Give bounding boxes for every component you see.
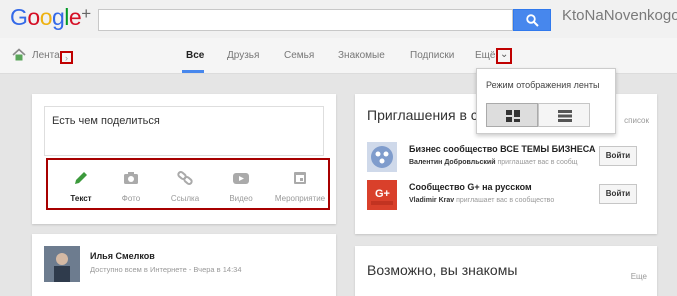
video-icon	[233, 173, 249, 184]
share-link-button[interactable]: Ссылка	[162, 170, 208, 203]
tab-acquaintances[interactable]: Знакомые	[338, 50, 385, 61]
invites-title: Приглашения в с	[367, 107, 478, 123]
search-input[interactable]	[98, 9, 513, 31]
share-photo-button[interactable]: Фото	[108, 170, 154, 203]
single-column-mode-button[interactable]	[538, 103, 590, 127]
svg-text:G+: G+	[375, 188, 390, 200]
join-button[interactable]: Войти	[599, 146, 637, 166]
search-icon	[526, 14, 539, 27]
chevron-down-icon: ⌄	[500, 49, 509, 60]
share-video-button[interactable]: Видео	[218, 170, 264, 203]
tab-friends[interactable]: Друзья	[227, 50, 259, 61]
community-name[interactable]: Сообщество G+ на русском	[409, 182, 532, 192]
pencil-icon	[75, 172, 87, 184]
share-actions: Текст Фото Ссылка Видео Мероприятие	[46, 158, 330, 210]
camera-icon	[124, 172, 138, 184]
community-avatar: G+	[367, 180, 397, 210]
feed-mode-title: Режим отображения ленты	[486, 80, 600, 90]
share-box: Есть чем поделиться Текст Фото Ссылка Ви…	[32, 94, 336, 224]
share-text-button[interactable]: Текст	[58, 170, 104, 203]
invite-item: G+ Сообщество G+ на русском Vladimir Kra…	[367, 180, 649, 214]
search-button[interactable]	[513, 9, 551, 31]
invite-item: Бизнес сообщество ВСЕ ТЕМЫ БИЗНЕСА Вален…	[367, 142, 649, 176]
invite-text: Vladimir Krav приглашает вас в сообществ…	[409, 197, 555, 204]
chevron-right-icon: ›	[65, 53, 68, 63]
watermark: KtoNaNovenkogo.ru	[562, 7, 677, 24]
share-input[interactable]: Есть чем поделиться	[44, 106, 324, 156]
top-bar: Google+ KtoNaNovenkogo.ru	[0, 0, 677, 38]
home-label[interactable]: Лента	[32, 50, 60, 61]
home-icon[interactable]	[12, 48, 26, 61]
single-column-icon	[558, 110, 572, 122]
multi-column-icon	[506, 110, 520, 122]
invites-list-link[interactable]: список	[624, 116, 649, 125]
share-event-button[interactable]: Мероприятие	[272, 170, 328, 203]
post-card: Илья Смелков Доступно всем в Интернете -…	[32, 234, 336, 296]
link-icon	[177, 171, 193, 185]
avatar[interactable]	[44, 246, 80, 282]
inviter-name[interactable]: Валентин Добровльский	[409, 159, 496, 166]
post-meta: Доступно всем в Интернете - Вчера в 14:3…	[90, 265, 242, 274]
people-suggestions: Возможно, вы знакомы Еще	[355, 246, 657, 296]
home-menu-button[interactable]: ›	[60, 51, 73, 64]
suggestions-title: Возможно, вы знакомы	[367, 262, 518, 278]
suggestions-more-link[interactable]: Еще	[631, 272, 647, 281]
tab-all[interactable]: Все	[186, 50, 204, 61]
invite-text: Валентин Добровльский приглашает вас в с…	[409, 159, 578, 166]
tab-family[interactable]: Семья	[284, 50, 314, 61]
join-button[interactable]: Войти	[599, 184, 637, 204]
active-tab-indicator	[182, 70, 204, 73]
post-author[interactable]: Илья Смелков	[90, 251, 155, 261]
google-plus-logo[interactable]: Google+	[10, 4, 91, 31]
tab-following[interactable]: Подписки	[410, 50, 454, 61]
tab-more[interactable]: Ещё	[475, 50, 495, 61]
community-name[interactable]: Бизнес сообщество ВСЕ ТЕМЫ БИЗНЕСА	[409, 144, 596, 154]
inviter-name[interactable]: Vladimir Krav	[409, 197, 454, 204]
multi-column-mode-button[interactable]	[486, 103, 538, 127]
community-avatar	[367, 142, 397, 172]
calendar-icon	[294, 172, 306, 184]
feed-mode-popup: Режим отображения ленты	[476, 68, 616, 134]
more-dropdown-button[interactable]: ⌄	[496, 48, 512, 64]
